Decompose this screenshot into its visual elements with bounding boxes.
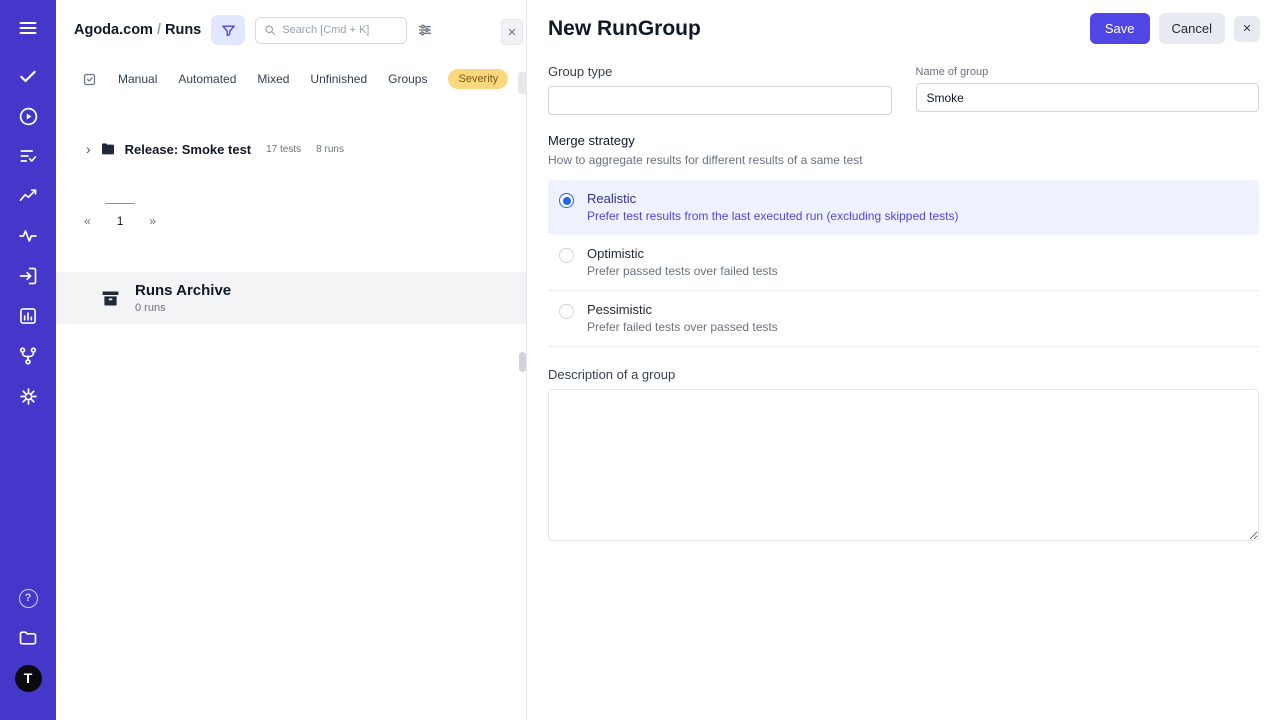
- radio-unchecked-icon[interactable]: [559, 304, 574, 319]
- run-group-row[interactable]: › Release: Smoke test 17 tests 8 runs: [56, 133, 526, 165]
- breadcrumb: Agoda.com/Runs: [74, 22, 201, 38]
- branches-icon[interactable]: [14, 342, 42, 370]
- strategy-description: Prefer passed tests over failed tests: [587, 264, 778, 278]
- name-of-group-input[interactable]: [916, 83, 1260, 112]
- tab-manual[interactable]: Manual: [118, 72, 157, 86]
- plans-list-icon[interactable]: [14, 142, 42, 170]
- new-rungroup-form: Group type Name of group Merge strategy …: [527, 54, 1280, 546]
- pagination: « 1 »: [56, 203, 526, 230]
- strategy-name: Optimistic: [587, 246, 778, 261]
- radio-checked-icon[interactable]: [559, 193, 574, 208]
- help-icon[interactable]: ?: [14, 584, 42, 612]
- archive-title: Runs Archive: [135, 282, 231, 300]
- archive-box-icon: [100, 288, 121, 309]
- strategy-option-realistic[interactable]: Realistic Prefer test results from the l…: [548, 180, 1259, 235]
- strategy-name: Pessimistic: [587, 302, 778, 317]
- severity-badge[interactable]: Severity: [448, 69, 508, 89]
- new-rungroup-panel: New RunGroup Save Cancel ✕ Group type Na…: [527, 0, 1280, 720]
- scrollbar-thumb[interactable]: [519, 352, 526, 372]
- pulse-activity-icon[interactable]: [14, 222, 42, 250]
- new-rungroup-header: New RunGroup Save Cancel ✕: [527, 0, 1280, 54]
- user-avatar[interactable]: T: [14, 664, 42, 692]
- run-group-name[interactable]: Release: Smoke test: [125, 142, 251, 157]
- breadcrumb-project[interactable]: Agoda.com: [74, 22, 153, 38]
- radio-unchecked-icon[interactable]: [559, 248, 574, 263]
- avatar-letter: T: [15, 665, 42, 692]
- close-icon: ✕: [507, 26, 516, 39]
- runs-play-circle-icon[interactable]: [14, 102, 42, 130]
- description-label: Description of a group: [548, 367, 1259, 382]
- settings-gear-icon[interactable]: [14, 382, 42, 410]
- close-panel-button[interactable]: ✕: [1234, 16, 1260, 42]
- group-type-label: Group type: [548, 64, 892, 79]
- runs-filter-tabs: Manual Automated Mixed Unfinished Groups…: [56, 61, 526, 97]
- clipped-tab-chip: [518, 72, 526, 94]
- search-input[interactable]: [282, 24, 398, 36]
- strategy-description: Prefer test results from the last execut…: [587, 209, 959, 223]
- cancel-button[interactable]: Cancel: [1159, 13, 1225, 44]
- sliders-icon: [417, 22, 433, 38]
- description-textarea[interactable]: [548, 389, 1259, 541]
- search-icon: [264, 24, 276, 36]
- tab-mixed[interactable]: Mixed: [257, 72, 289, 86]
- projects-folder-icon[interactable]: [14, 624, 42, 652]
- import-icon[interactable]: [14, 262, 42, 290]
- tab-automated[interactable]: Automated: [178, 72, 236, 86]
- breadcrumb-page: Runs: [165, 22, 201, 38]
- run-group-tests-count: 17 tests: [266, 144, 301, 155]
- archive-count: 0 runs: [135, 302, 231, 314]
- app-sidebar: ? T: [0, 0, 56, 720]
- merge-strategy-options: Realistic Prefer test results from the l…: [548, 180, 1259, 347]
- search-box: [255, 17, 407, 44]
- group-type-input[interactable]: [548, 86, 892, 115]
- tests-check-icon[interactable]: [14, 62, 42, 90]
- strategy-option-pessimistic[interactable]: Pessimistic Prefer failed tests over pas…: [548, 291, 1259, 347]
- header-actions: Save Cancel ✕: [1090, 13, 1260, 44]
- panel-collapse-button[interactable]: ✕: [501, 19, 523, 45]
- chevron-right-icon[interactable]: ›: [86, 142, 91, 156]
- save-button[interactable]: Save: [1090, 13, 1150, 44]
- strategy-description: Prefer failed tests over passed tests: [587, 320, 778, 334]
- filter-button[interactable]: [211, 15, 245, 45]
- folder-icon: [100, 141, 116, 157]
- close-icon: ✕: [1242, 22, 1251, 35]
- name-of-group-label: Name of group: [916, 66, 1260, 78]
- help-question-mark: ?: [19, 589, 38, 608]
- strategy-name: Realistic: [587, 191, 959, 206]
- reports-chart-icon[interactable]: [14, 302, 42, 330]
- runs-panel: Agoda.com/Runs ✕ Manual Automated Mixed: [56, 0, 527, 720]
- analytics-line-icon[interactable]: [14, 182, 42, 210]
- menu-icon[interactable]: [14, 14, 42, 42]
- runs-archive-row[interactable]: Runs Archive 0 runs: [56, 272, 526, 324]
- breadcrumb-separator: /: [153, 22, 165, 38]
- merge-strategy-hint: How to aggregate results for different r…: [548, 153, 1259, 167]
- view-settings-button[interactable]: [417, 22, 433, 38]
- run-group-runs-count: 8 runs: [316, 144, 344, 155]
- select-all-icon[interactable]: [82, 72, 97, 87]
- tab-groups[interactable]: Groups: [388, 72, 427, 86]
- funnel-icon: [221, 23, 236, 38]
- runs-panel-header: Agoda.com/Runs: [56, 0, 526, 55]
- strategy-option-optimistic[interactable]: Optimistic Prefer passed tests over fail…: [548, 235, 1259, 291]
- pagination-next[interactable]: »: [149, 214, 156, 230]
- pagination-prev[interactable]: «: [84, 214, 91, 230]
- page-title: New RunGroup: [548, 17, 1090, 41]
- pagination-page-1[interactable]: 1: [105, 203, 136, 230]
- tab-unfinished[interactable]: Unfinished: [310, 72, 367, 86]
- merge-strategy-label: Merge strategy: [548, 133, 1259, 148]
